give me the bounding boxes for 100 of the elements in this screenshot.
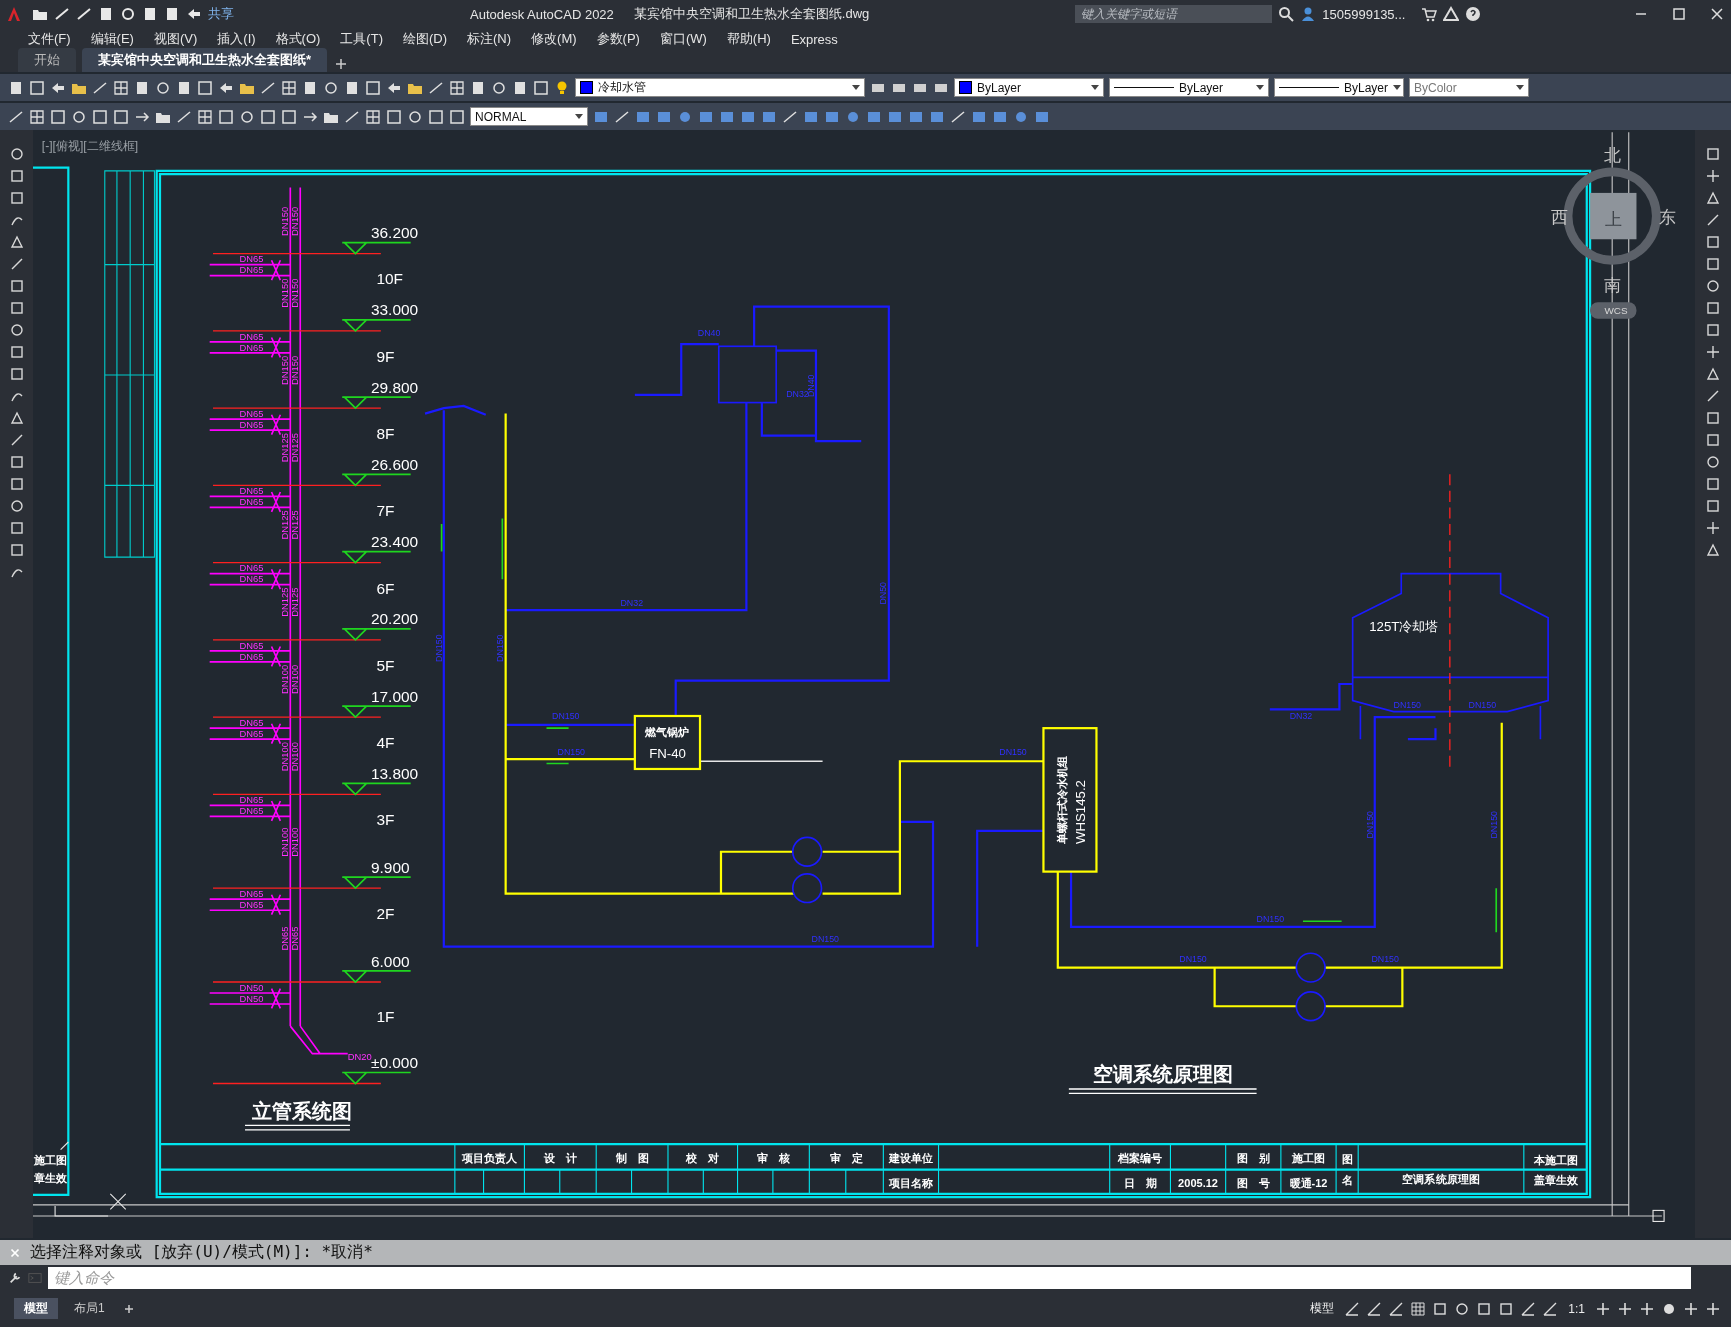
viewport-label[interactable]: [-][俯视][二维线框] — [41, 138, 139, 153]
caret-icon — [852, 85, 860, 90]
elevation-label: 17.000 — [370, 687, 419, 705]
caret-icon — [1516, 85, 1524, 90]
menu-item[interactable]: 帮助(H) — [716, 30, 781, 48]
riser-pipe-label: DN65 — [280, 926, 291, 951]
app-title: Autodesk AutoCAD 2022 — [470, 6, 614, 22]
pump-symbol — [1295, 991, 1326, 1022]
document-tab[interactable]: 某宾馆中央空调和卫生热水全套图纸* — [82, 48, 328, 72]
riser-pipe-label: DN125 — [290, 433, 301, 463]
inlet-pipe-label: DN20 — [347, 1052, 372, 1063]
menu-item[interactable]: Express — [780, 31, 848, 47]
viewcube-face[interactable] — [1590, 192, 1637, 240]
title-block-label: 审 核 — [756, 1151, 790, 1164]
cart-icon[interactable] — [1421, 6, 1438, 22]
level-marker — [341, 473, 412, 487]
wrench-icon[interactable] — [8, 1270, 22, 1285]
search-field[interactable]: 键入关键字或短语 — [1075, 5, 1273, 23]
layout-tab[interactable]: 模型 — [14, 1298, 58, 1319]
title-block-label: 日 期 — [1123, 1177, 1157, 1190]
share-button[interactable]: 共享 — [208, 5, 234, 23]
menu-item[interactable]: 文件(F) — [18, 30, 81, 48]
riser-pipe-label: DN150 — [290, 278, 301, 308]
riser-pipe-label: DN100 — [280, 827, 291, 857]
compass-west[interactable]: 西 — [1550, 207, 1568, 227]
level-marker — [341, 876, 412, 890]
viewcube-face-label: 上 — [1604, 209, 1622, 229]
title-block-label: 图名 — [1341, 1152, 1353, 1186]
branch-pipe-label: DN65 — [239, 419, 264, 430]
color-dropdown[interactable]: ByLayer — [954, 78, 1104, 97]
command-input[interactable]: 键入命令 — [48, 1266, 1691, 1289]
riser-pipe-label: DN65 — [290, 926, 301, 951]
branch-pipe-label: DN65 — [239, 795, 264, 806]
close-icon[interactable] — [1709, 6, 1725, 22]
menu-item[interactable]: 视图(V) — [143, 30, 208, 48]
elevation-label: 20.200 — [370, 610, 419, 628]
branch-pipe-label: DN65 — [239, 254, 264, 265]
maximize-icon[interactable] — [1671, 6, 1687, 22]
compass-east[interactable]: 东 — [1658, 207, 1676, 227]
linetype-dropdown[interactable]: ByLayer — [1109, 78, 1269, 97]
menu-item[interactable]: 参数(P) — [586, 30, 650, 48]
menu-item[interactable]: 修改(M) — [521, 30, 587, 48]
help-icon[interactable] — [1465, 6, 1482, 22]
chiller-model: WHS145.2 — [1073, 780, 1089, 844]
elevation-label: 13.800 — [370, 764, 419, 782]
menu-item[interactable]: 工具(T) — [330, 30, 393, 48]
layout-tab[interactable]: 布局1 — [64, 1298, 115, 1319]
boiler-model: FN-40 — [649, 745, 686, 761]
boiler-symbol — [633, 714, 702, 771]
model-space-button[interactable]: 模型 — [1306, 1298, 1339, 1319]
lineweight-dropdown[interactable]: ByLayer — [1274, 78, 1404, 97]
elevation-label: 36.200 — [370, 224, 419, 242]
pipe-size-label: DN32 — [786, 389, 809, 400]
branch-pipe-label: DN65 — [239, 728, 264, 739]
branch-pipe-label: DN50 — [239, 982, 264, 993]
cooling-tower-label: 125T冷却塔 — [1369, 619, 1439, 635]
riser-pipe-label: DN150 — [290, 206, 301, 236]
riser-pipe-label: DN150 — [280, 278, 291, 308]
annotation-scale-button[interactable]: 1:1 — [1564, 1299, 1589, 1318]
branch-pipe-label: DN65 — [239, 331, 264, 342]
menu-item[interactable]: 编辑(E) — [80, 30, 144, 48]
menu-item[interactable]: 绘图(D) — [392, 30, 457, 48]
riser-pipe-label: DN150 — [280, 355, 291, 385]
menu-item[interactable]: 格式(O) — [265, 30, 331, 48]
user-icon[interactable] — [1300, 6, 1317, 22]
floor-label: 9F — [376, 347, 395, 365]
elevation-label: 6.000 — [370, 952, 410, 970]
menu-item[interactable]: 标注(N) — [457, 30, 522, 48]
level-marker — [341, 241, 412, 255]
pipe-size-label: DN150 — [811, 934, 840, 945]
stamp-note: 本施工图 — [1533, 1154, 1578, 1167]
branch-pipe-label: DN65 — [239, 574, 264, 585]
document-tab[interactable]: 开始 — [18, 48, 76, 72]
menu-item[interactable]: 窗口(W) — [649, 30, 717, 48]
title-block-label: 审 定 — [829, 1151, 863, 1164]
water-tank-symbol — [717, 345, 778, 404]
branch-pipe-label: DN65 — [239, 486, 264, 497]
riser-pipe-label: DN125 — [290, 510, 301, 540]
search-icon[interactable] — [1278, 6, 1295, 22]
drawing-title: 空调系统原理图 — [1093, 1063, 1234, 1086]
pipe-size-label: DN32 — [620, 597, 644, 608]
title-block-label: 图 号 — [1236, 1177, 1270, 1190]
triangle-icon[interactable] — [1443, 6, 1460, 22]
riser-pipe-label: DN100 — [290, 827, 301, 857]
level-marker — [341, 319, 412, 333]
riser-pipe-label: DN100 — [280, 742, 291, 772]
boiler-name: 燃气锅炉 — [644, 725, 689, 738]
caret-icon — [1256, 85, 1264, 90]
pipe-size-label: DN150 — [1256, 914, 1285, 925]
layer-dropdown[interactable]: 冷却水管 — [575, 78, 865, 97]
user-name[interactable]: 1505999135... — [1322, 6, 1406, 22]
menu-item[interactable]: 插入(I) — [207, 30, 266, 48]
floor-label: 5F — [376, 656, 395, 674]
pipe-size-label: DN150 — [999, 746, 1027, 757]
plot-style-dropdown[interactable]: ByColor — [1409, 78, 1529, 97]
text-style-dropdown[interactable]: NORMAL — [470, 107, 588, 126]
branch-pipe-label: DN65 — [239, 497, 264, 508]
drawing-title: 立管系统图 — [251, 1099, 352, 1122]
title-block-label: 建设单位 — [888, 1151, 933, 1164]
ucs-menu[interactable] — [1590, 302, 1637, 319]
